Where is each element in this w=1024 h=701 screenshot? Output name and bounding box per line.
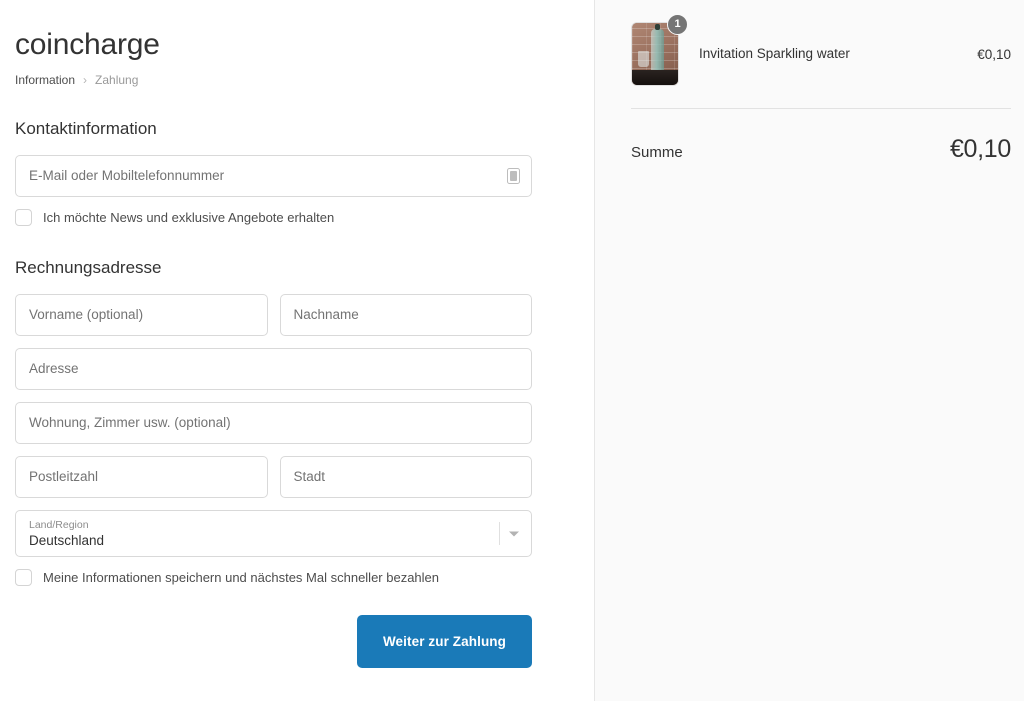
checkout-form-pane: coincharge Information › Zahlung Kontakt…	[0, 0, 594, 701]
product-price: €0,10	[977, 46, 1011, 62]
order-line-item: 1 Invitation Sparkling water €0,10	[631, 14, 1011, 86]
newsletter-checkbox-label: Ich möchte News und exklusive Angebote e…	[43, 210, 335, 225]
email-field[interactable]: E-Mail oder Mobiltelefonnummer	[15, 155, 532, 197]
save-info-checkbox[interactable]	[15, 569, 32, 586]
name-row: Vorname (optional) Nachname	[15, 294, 532, 348]
breadcrumb-item-zahlung: Zahlung	[95, 73, 139, 87]
postal-city-row: Postleitzahl Stadt	[15, 456, 532, 510]
form-actions: Weiter zur Zahlung	[15, 615, 532, 668]
address2-field[interactable]: Wohnung, Zimmer usw. (optional)	[15, 402, 532, 444]
breadcrumb-item-information[interactable]: Information	[15, 73, 75, 87]
address-placeholder: Adresse	[29, 361, 79, 377]
order-summary-pane: 1 Invitation Sparkling water €0,10 Summe…	[594, 0, 1024, 701]
newsletter-checkbox-row[interactable]: Ich möchte News und exklusive Angebote e…	[15, 209, 532, 226]
mobile-contact-icon[interactable]	[507, 168, 520, 184]
thumbnail-bottle	[651, 24, 664, 73]
contact-section-title: Kontaktinformation	[15, 119, 157, 138]
address2-placeholder: Wohnung, Zimmer usw. (optional)	[29, 415, 231, 431]
country-select-label: Land/Region	[29, 518, 89, 531]
last-name-placeholder: Nachname	[293, 307, 359, 323]
order-total-row: Summe €0,10	[631, 109, 1011, 164]
save-info-checkbox-row[interactable]: Meine Informationen speichern und nächst…	[15, 569, 532, 586]
first-name-placeholder: Vorname (optional)	[29, 307, 144, 323]
email-field-placeholder: E-Mail oder Mobiltelefonnummer	[29, 168, 225, 184]
city-placeholder: Stadt	[293, 469, 326, 485]
postal-code-placeholder: Postleitzahl	[29, 469, 99, 485]
breadcrumb: Information › Zahlung	[15, 73, 532, 87]
billing-section-title: Rechnungsadresse	[15, 258, 162, 277]
order-summary: 1 Invitation Sparkling water €0,10 Summe…	[631, 0, 1011, 164]
checkout-page: coincharge Information › Zahlung Kontakt…	[0, 0, 1024, 701]
continue-to-payment-button[interactable]: Weiter zur Zahlung	[356, 615, 532, 668]
order-total-label: Summe	[631, 144, 683, 161]
save-info-checkbox-label: Meine Informationen speichern und nächst…	[43, 570, 440, 585]
checkout-form: coincharge Information › Zahlung Kontakt…	[0, 0, 547, 668]
last-name-field[interactable]: Nachname	[279, 294, 532, 336]
chevron-right-icon: ›	[83, 73, 88, 87]
country-select[interactable]: Land/Region Deutschland	[15, 510, 532, 557]
chevron-down-icon[interactable]	[509, 531, 519, 536]
product-thumbnail-wrapper: 1	[631, 14, 688, 86]
country-select-value: Deutschland	[29, 532, 105, 548]
product-quantity-badge: 1	[667, 14, 688, 35]
order-total-value: €0,10	[949, 135, 1011, 163]
thumbnail-glass	[638, 51, 649, 67]
postal-code-field[interactable]: Postleitzahl	[15, 456, 268, 498]
address-field[interactable]: Adresse	[15, 348, 532, 390]
newsletter-checkbox[interactable]	[15, 209, 32, 226]
city-field[interactable]: Stadt	[279, 456, 532, 498]
thumbnail-table	[632, 70, 678, 85]
first-name-field[interactable]: Vorname (optional)	[15, 294, 268, 336]
select-divider	[499, 522, 500, 545]
product-name: Invitation Sparkling water	[699, 46, 850, 61]
store-name-heading: coincharge	[15, 28, 160, 61]
